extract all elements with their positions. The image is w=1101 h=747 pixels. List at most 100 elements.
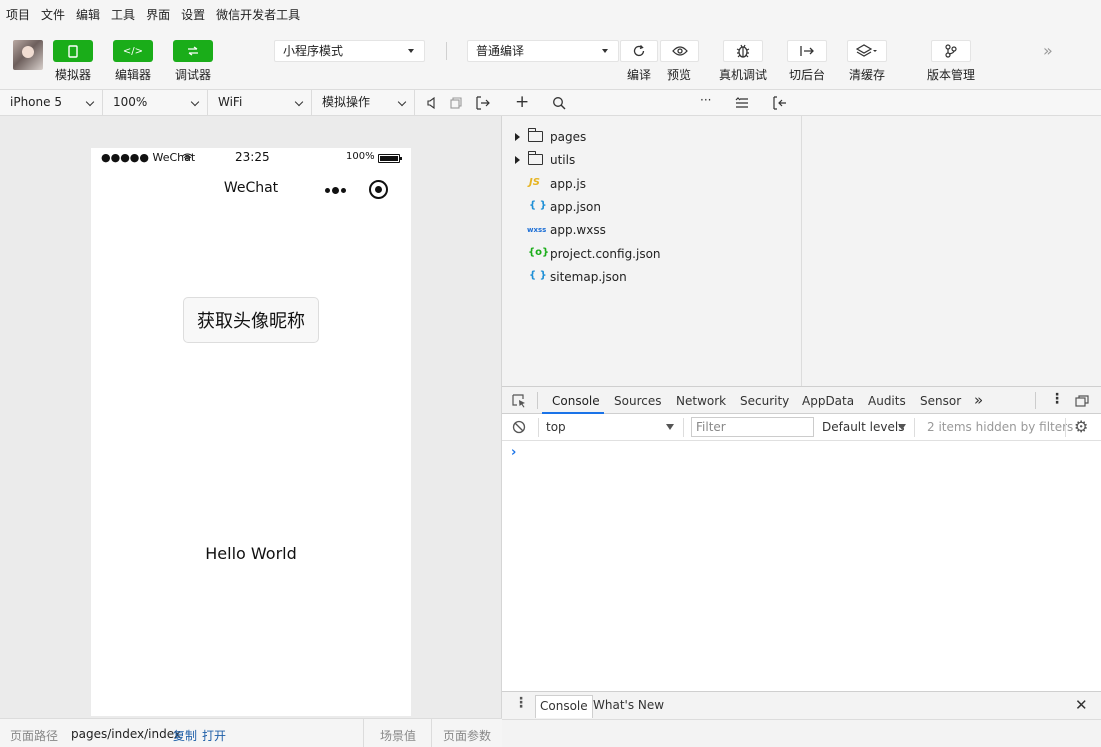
close-icon[interactable]: ✕ [1075, 696, 1088, 714]
battery-percent: 100% [346, 151, 375, 162]
file-name: app.wxss [550, 223, 606, 237]
get-user-profile-button[interactable]: 获取头像昵称 [183, 297, 319, 343]
file-name: app.json [550, 200, 601, 214]
phone-status-bar: ●●●●● WeChat 23:25 100% [91, 148, 411, 168]
gear-icon[interactable]: ⚙ [1074, 417, 1088, 436]
window-icon[interactable] [450, 96, 462, 109]
scene-value-button[interactable]: 场景值 [380, 727, 416, 744]
more-tabs-icon[interactable]: » [974, 391, 983, 409]
menu-edit[interactable]: 编辑 [76, 6, 100, 23]
console-prompt-icon[interactable]: › [511, 445, 516, 460]
context-select[interactable]: top [546, 420, 566, 434]
menu-devtools[interactable]: 微信开发者工具 [216, 6, 300, 23]
phone-screen: ●●●●● WeChat 23:25 100% WeChat 获取头像昵称 He… [91, 148, 411, 716]
tab-security[interactable]: Security [740, 394, 789, 408]
open-link[interactable]: 打开 [202, 727, 226, 744]
kebab-menu-icon[interactable]: ⋮ [514, 695, 528, 711]
caret-down-icon[interactable] [898, 424, 906, 430]
battery-icon [378, 154, 402, 163]
inspect-element-icon[interactable] [512, 394, 527, 408]
tree-item-app-js[interactable]: JS app.js [502, 173, 802, 195]
console-toolbar: top Filter Default levels 2 items hidden… [502, 414, 1101, 441]
config-file-icon: {o} [528, 247, 550, 258]
undock-icon[interactable] [1075, 395, 1089, 407]
close-target-icon[interactable] [369, 180, 388, 199]
js-file-icon: JS [529, 177, 540, 188]
compile-mode-select[interactable]: 普通编译 [467, 40, 619, 62]
ellipsis-icon[interactable]: ··· [700, 93, 711, 107]
tree-item-project-config[interactable]: {o} project.config.json [502, 243, 802, 265]
tab-sensor[interactable]: Sensor [920, 394, 961, 408]
page-path-label: 页面路径 [10, 729, 59, 743]
clear-cache-button[interactable] [847, 40, 887, 62]
tab-console[interactable]: Console [552, 394, 600, 408]
simulator-toggle-button[interactable] [53, 40, 93, 62]
footer-divider [363, 719, 364, 747]
more-dots-icon[interactable] [325, 187, 346, 194]
avatar[interactable] [13, 40, 43, 70]
network-select[interactable]: WiFi [208, 90, 312, 116]
caret-right-icon[interactable] [515, 133, 520, 141]
debugger-toggle-button[interactable] [173, 40, 213, 62]
editor-toggle-button[interactable]: </> [113, 40, 153, 62]
search-icon[interactable] [552, 96, 566, 110]
menu-tools[interactable]: 工具 [111, 6, 135, 23]
tree-item-app-wxss[interactable]: wxss app.wxss [502, 219, 802, 241]
tab-audits[interactable]: Audits [868, 394, 906, 408]
tab-sources[interactable]: Sources [614, 394, 661, 408]
tree-item-utils[interactable]: utils [502, 149, 802, 171]
devtools-drawer-tabs: ⋮ Console What's New ✕ [502, 691, 1101, 720]
menu-view[interactable]: 界面 [146, 6, 170, 23]
tab-appdata[interactable]: AppData [802, 394, 854, 408]
zoom-select[interactable]: 100% [103, 90, 208, 116]
background-button[interactable] [787, 40, 827, 62]
chevron-double-right-icon[interactable]: » [1043, 41, 1053, 60]
add-icon[interactable]: + [515, 92, 529, 112]
mode-select[interactable]: 小程序模式 [274, 40, 425, 62]
tree-item-pages[interactable]: pages [502, 126, 802, 148]
caret-down-icon[interactable] [666, 424, 674, 430]
file-name: app.js [550, 177, 586, 191]
menu-settings[interactable]: 设置 [181, 6, 205, 23]
drawer-tab-whats-new[interactable]: What's New [589, 695, 668, 718]
menu-file[interactable]: 文件 [41, 6, 65, 23]
speaker-icon[interactable] [427, 96, 437, 109]
footer-divider [431, 719, 432, 747]
status-time: 23:25 [235, 150, 270, 164]
menu-bar: 项目 文件 编辑 工具 界面 设置 微信开发者工具 [0, 0, 1101, 28]
remote-debug-button[interactable] [723, 40, 763, 62]
detach-arrow-icon[interactable] [475, 95, 491, 110]
tab-divider [537, 392, 538, 409]
copy-link[interactable]: 复制 [173, 727, 197, 744]
simulator-panel: ●●●●● WeChat 23:25 100% WeChat 获取头像昵称 He… [0, 116, 502, 718]
version-control-button[interactable] [931, 40, 971, 62]
remote-debug-label: 真机调试 [719, 68, 768, 82]
toolbar-divider [446, 42, 447, 60]
log-levels-select[interactable]: Default levels [822, 420, 904, 434]
split-panel-icon[interactable] [772, 96, 788, 110]
chevron-down-icon [190, 97, 200, 107]
clear-console-icon[interactable] [512, 420, 526, 434]
main-toolbar: 模拟器 </> 编辑器 调试器 小程序模式 普通编译 编译 预览 真机调试 切后… [0, 28, 1101, 90]
tab-network[interactable]: Network [676, 394, 726, 408]
caret-right-icon[interactable] [515, 156, 520, 164]
tree-item-app-json[interactable]: { } app.json [502, 196, 802, 218]
kebab-menu-icon[interactable]: ⋮ [1050, 391, 1064, 407]
page-params-button[interactable]: 页面参数 [443, 727, 491, 744]
device-select-value: iPhone 5 [10, 95, 62, 109]
console-output[interactable]: › [502, 441, 1101, 691]
background-label: 切后台 [789, 68, 826, 82]
collapse-list-icon[interactable] [735, 97, 749, 109]
mode-select-value: 小程序模式 [283, 44, 344, 58]
drawer-tab-console[interactable]: Console [535, 695, 593, 718]
code-icon: </> [122, 45, 144, 57]
preview-button[interactable] [660, 40, 699, 62]
device-select[interactable]: iPhone 5 [0, 90, 103, 116]
version-control-label: 版本管理 [927, 68, 976, 82]
simulate-operation-select[interactable]: 模拟操作 [312, 90, 415, 116]
refresh-icon [633, 45, 645, 57]
compile-button[interactable] [620, 40, 658, 62]
filter-input[interactable]: Filter [691, 417, 814, 437]
menu-project[interactable]: 项目 [6, 6, 30, 23]
tree-item-sitemap-json[interactable]: { } sitemap.json [502, 266, 802, 288]
